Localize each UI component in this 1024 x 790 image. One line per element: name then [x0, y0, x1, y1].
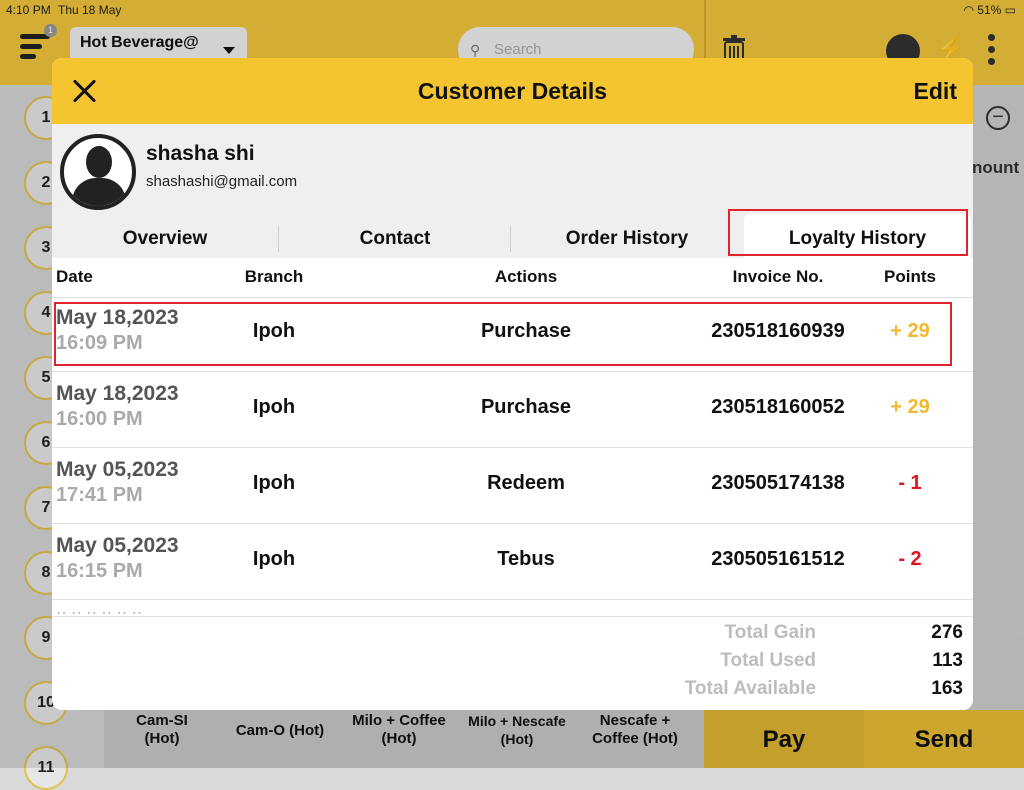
row-date: May 05,2023: [56, 458, 179, 481]
row-time: 16:15 PM: [56, 560, 143, 582]
row-action: Purchase: [480, 396, 572, 418]
tab-separator: [510, 226, 511, 252]
row-branch: Ipoh: [252, 548, 296, 570]
total-available-label: Total Available: [684, 678, 816, 699]
table-row[interactable]: May 05,2023 16:15 PM Ipoh Tebus 23050516…: [52, 524, 973, 600]
column-header-invoice: Invoice No.: [732, 267, 824, 286]
row-action: Tebus: [497, 548, 555, 570]
highlight-box-row: [54, 302, 952, 366]
row-time: 17:41 PM: [56, 484, 143, 506]
total-available-value: 163: [931, 678, 963, 699]
table-row[interactable]: May 18,2023 16:00 PM Ipoh Purchase 23051…: [52, 372, 973, 448]
avatar: [60, 134, 136, 210]
row-branch: Ipoh: [252, 472, 296, 494]
partial-row-clipped: ‥ ‥ ‥ ‥ ‥ ‥: [56, 608, 196, 616]
tab-separator: [278, 226, 279, 252]
customer-details-modal: Customer Details Edit shasha shi shashas…: [52, 58, 973, 710]
row-points: - 2: [898, 548, 922, 570]
table-row[interactable]: May 05,2023 17:41 PM Ipoh Redeem 2305051…: [52, 448, 973, 524]
row-invoice: 230505174138: [711, 472, 845, 494]
customer-profile: [52, 124, 973, 214]
column-header-points: Points: [884, 267, 936, 286]
row-action: Redeem: [487, 472, 565, 494]
row-branch: Ipoh: [252, 396, 296, 418]
table-header: Date Branch Actions Invoice No. Points: [52, 258, 973, 298]
row-date: May 05,2023: [56, 534, 179, 557]
total-used-value: 113: [932, 650, 963, 671]
column-header-branch: Branch: [244, 267, 304, 286]
customer-name: shasha shi: [146, 142, 255, 165]
row-points: - 1: [898, 472, 922, 494]
row-time: 16:00 PM: [56, 408, 143, 430]
row-points: + 29: [890, 396, 930, 418]
column-header-date: Date: [56, 267, 93, 286]
tab-overview[interactable]: Overview: [52, 214, 278, 258]
total-gain-value: 276: [931, 622, 963, 643]
edit-button[interactable]: Edit: [914, 78, 957, 105]
tab-contact[interactable]: Contact: [280, 214, 510, 258]
row-invoice: 230518160052: [711, 396, 845, 418]
customer-email: shashashi@gmail.com: [146, 173, 298, 190]
total-used-label: Total Used: [720, 650, 816, 671]
modal-title: Customer Details: [417, 78, 608, 104]
row-invoice: 230505161512: [711, 548, 845, 570]
column-header-actions: Actions: [494, 267, 558, 286]
totals-divider: [52, 616, 973, 617]
row-date: May 18,2023: [56, 382, 179, 405]
modal-header: Customer Details Edit: [52, 58, 973, 124]
total-gain-label: Total Gain: [724, 622, 816, 643]
tab-order-history[interactable]: Order History: [512, 214, 742, 258]
highlight-box-tab: [728, 209, 968, 256]
